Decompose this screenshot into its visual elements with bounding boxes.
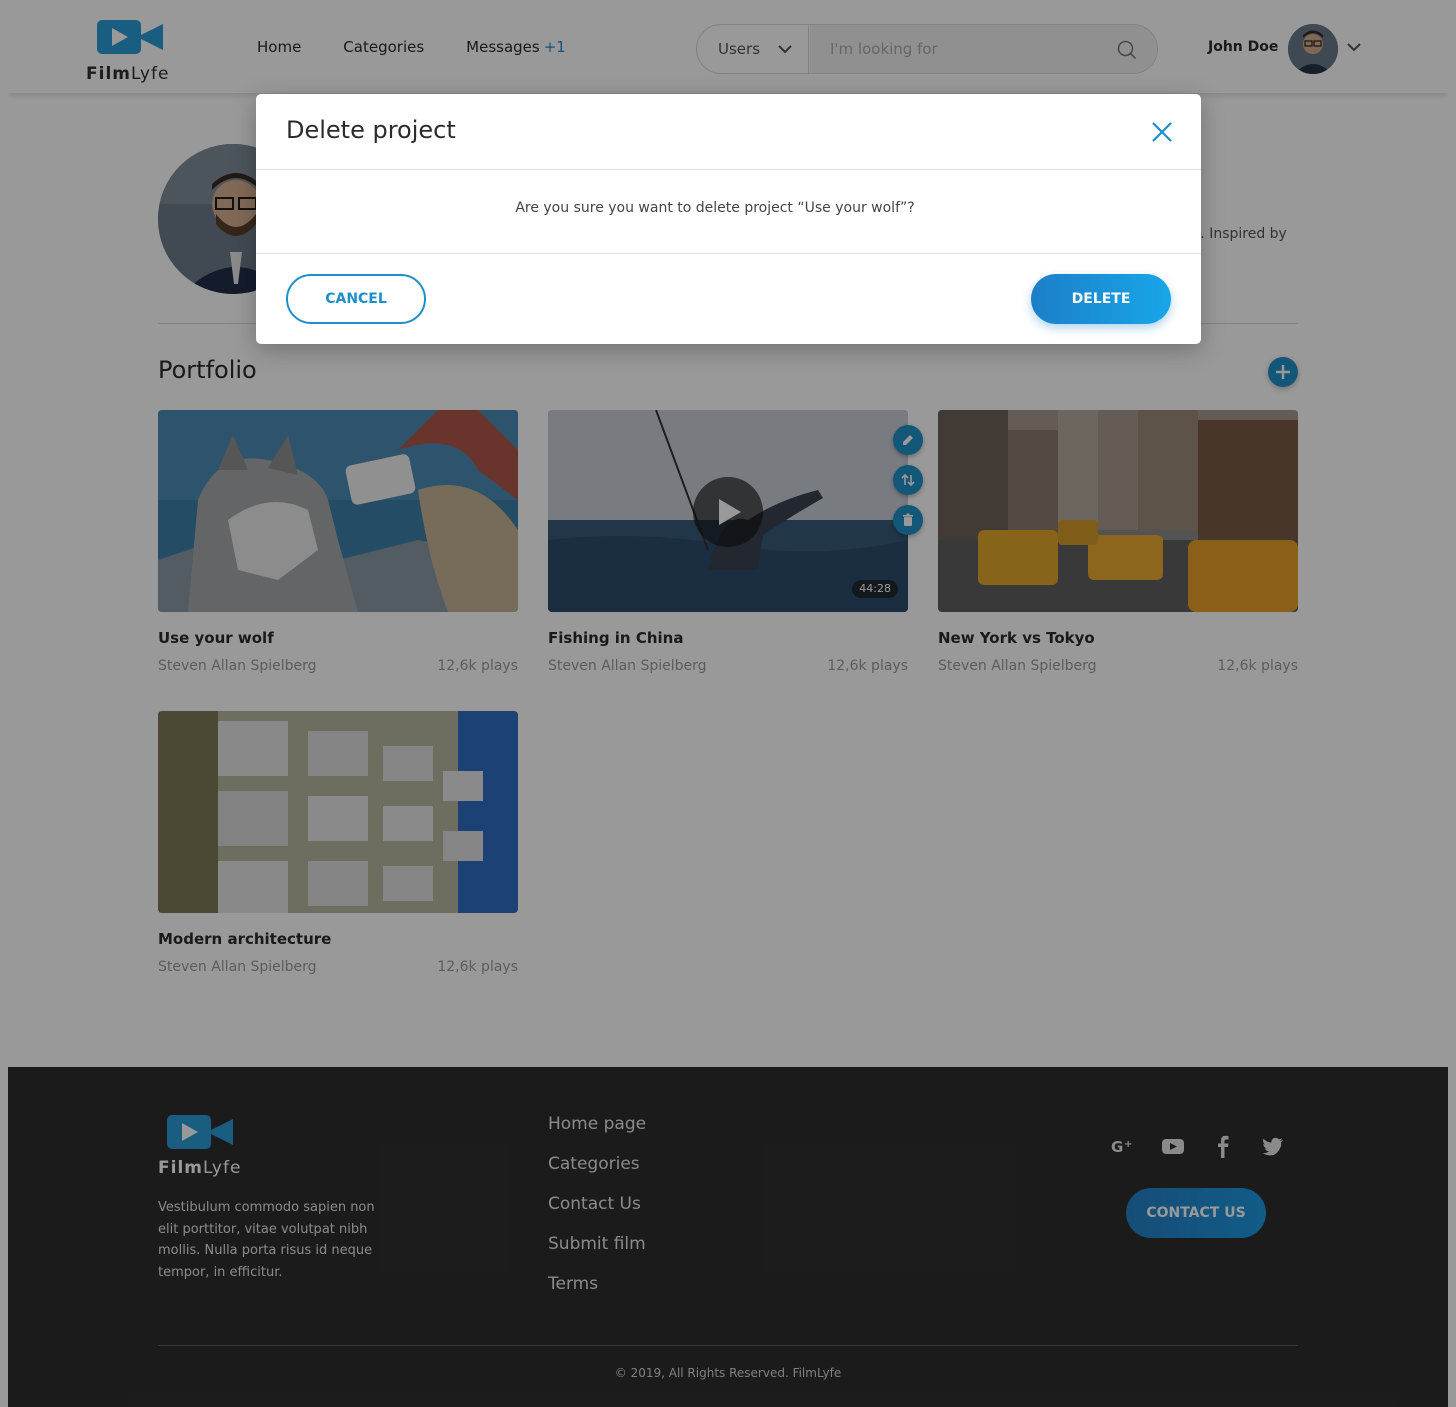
- modal-divider: [256, 169, 1201, 170]
- modal-message: Are you sure you want to delete project …: [515, 200, 915, 216]
- close-icon[interactable]: [1149, 119, 1175, 145]
- modal-title: Delete project: [286, 116, 456, 144]
- modal-divider: [256, 253, 1201, 254]
- delete-button[interactable]: DELETE: [1031, 274, 1171, 324]
- delete-project-dialog: Delete project Are you sure you want to …: [256, 94, 1201, 344]
- cancel-button[interactable]: CANCEL: [286, 274, 426, 324]
